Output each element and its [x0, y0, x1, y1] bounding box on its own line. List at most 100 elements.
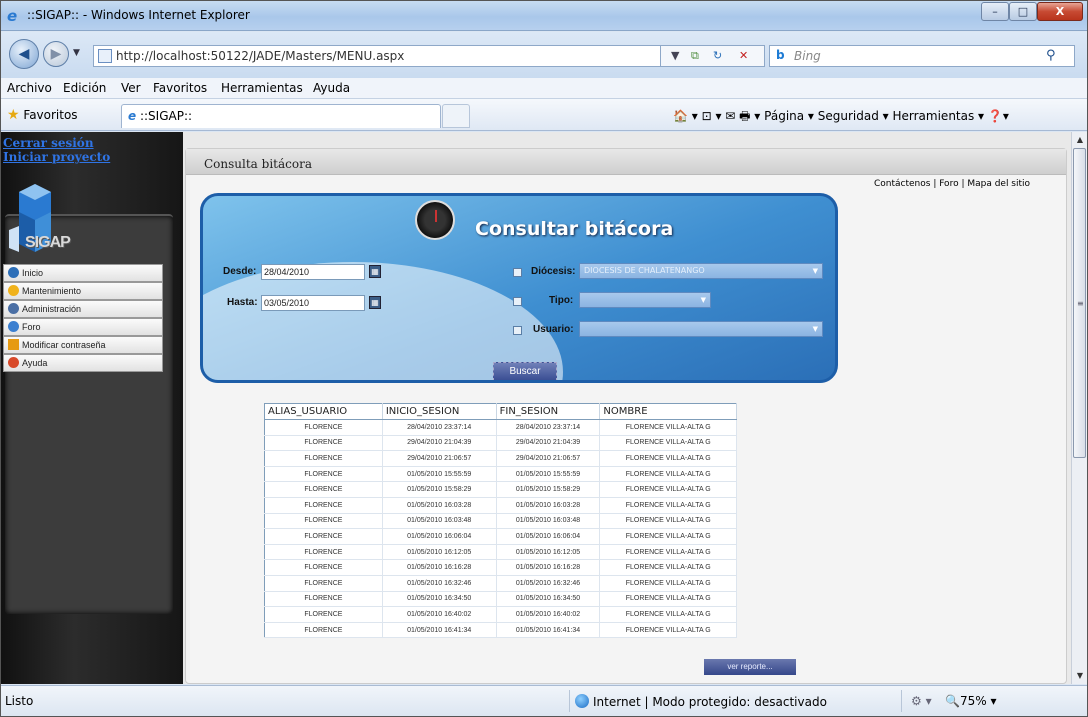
favorites-button[interactable]: ★ Favoritos: [7, 107, 78, 123]
dropdown-arrow-icon[interactable]: ▼: [671, 48, 679, 64]
column-header[interactable]: FIN_SESION: [496, 403, 601, 420]
forward-button[interactable]: ▶: [43, 41, 69, 67]
table-row: FLORENCE 28/04/2010 23:37:14 28/04/2010 23…: [264, 419, 737, 436]
table-cell: FLORENCE: [264, 591, 383, 608]
tab-sigap[interactable]: e ::SIGAP::: [121, 104, 441, 128]
zone-text: Internet | Modo protegido: desactivado: [593, 695, 827, 709]
table-cell: FLORENCE VILLA-ALTA G: [599, 450, 737, 467]
form-heading: Consultar bitácora: [475, 218, 674, 240]
usuario-select[interactable]: ▼: [579, 321, 823, 337]
usuario-checkbox[interactable]: [513, 326, 522, 335]
minimize-button[interactable]: –: [981, 2, 1009, 21]
calendar-icon[interactable]: ▦: [369, 265, 381, 278]
calendar-icon[interactable]: ▦: [369, 296, 381, 309]
zoom-icon: 🔍: [945, 694, 960, 708]
security-zone[interactable]: Internet | Modo protegido: desactivado: [575, 694, 827, 709]
table-cell: FLORENCE: [264, 559, 383, 576]
table-cell: 01/05/2010 16:41:34: [496, 622, 601, 639]
table-row: FLORENCE 01/05/2010 16:16:28 01/05/2010 16…: [264, 559, 737, 576]
sidebar-item-administracion[interactable]: Administración: [3, 300, 163, 318]
wrench-icon: [8, 285, 19, 296]
table-cell: 29/04/2010 21:04:39: [496, 435, 601, 452]
protected-mode-icon[interactable]: ⚙ ▾: [911, 694, 932, 708]
scroll-up-icon[interactable]: ▲: [1072, 132, 1087, 148]
diocesis-checkbox[interactable]: [513, 268, 522, 277]
close-button[interactable]: X: [1037, 2, 1083, 21]
menu-favoritos[interactable]: Favoritos: [153, 81, 207, 95]
back-button[interactable]: ◀: [9, 39, 39, 69]
history-dropdown-icon[interactable]: ▼: [73, 48, 80, 58]
scroll-thumb[interactable]: ≡: [1073, 148, 1086, 458]
column-header[interactable]: ALIAS_USUARIO: [264, 403, 383, 420]
table-cell: FLORENCE: [264, 575, 383, 592]
table-cell: 01/05/2010 16:40:02: [382, 606, 497, 623]
table-cell: FLORENCE: [264, 544, 383, 561]
table-cell: 01/05/2010 16:32:46: [496, 575, 601, 592]
column-header[interactable]: INICIO_SESION: [382, 403, 497, 420]
table-cell: FLORENCE VILLA-ALTA G: [599, 497, 737, 514]
chevron-down-icon: ▼: [812, 325, 818, 333]
logout-link[interactable]: Cerrar sesión: [3, 136, 94, 150]
sidebar-item-label: Foro: [22, 322, 41, 332]
stop-icon[interactable]: ✕: [739, 48, 748, 64]
sidebar-item-mantenimiento[interactable]: Mantenimiento: [3, 282, 163, 300]
table-cell: FLORENCE VILLA-ALTA G: [599, 528, 737, 545]
search-input[interactable]: Bing: [794, 49, 821, 63]
sidebar-item-foro[interactable]: Foro: [3, 318, 163, 336]
diocesis-label: Diócesis:: [531, 266, 576, 277]
top-links[interactable]: Contáctenos | Foro | Mapa del sitio: [874, 179, 1030, 189]
table-cell: 29/04/2010 21:06:57: [382, 450, 497, 467]
sidebar-item-modificar-contrasena[interactable]: Modificar contraseña: [3, 336, 163, 354]
table-cell: FLORENCE: [264, 528, 383, 545]
vertical-scrollbar[interactable]: ▲ ≡ ▼: [1071, 132, 1087, 684]
table-cell: FLORENCE: [264, 481, 383, 498]
main-frame: Consulta bitácora Contáctenos | Foro | M…: [185, 148, 1067, 684]
bing-logo-icon: b: [776, 48, 785, 62]
search-box[interactable]: b Bing ⚲: [769, 45, 1075, 67]
zoom-control[interactable]: 🔍75% ▾: [945, 694, 996, 708]
start-project-link[interactable]: Iniciar proyecto: [3, 150, 110, 164]
diocesis-select[interactable]: DIOCESIS DE CHALATENANGO ▼: [579, 263, 823, 279]
sidebar-item-ayuda[interactable]: Ayuda: [3, 354, 163, 372]
tipo-checkbox[interactable]: [513, 297, 522, 306]
column-header[interactable]: NOMBRE: [599, 403, 737, 420]
sidebar-item-inicio[interactable]: Inicio: [3, 264, 163, 282]
status-text: Listo: [5, 694, 34, 708]
menu-edicion[interactable]: Edición: [63, 81, 106, 95]
table-row: FLORENCE 29/04/2010 21:06:57 29/04/2010 21…: [264, 450, 737, 467]
table-cell: FLORENCE VILLA-ALTA G: [599, 466, 737, 483]
hasta-label: Hasta:: [227, 297, 258, 308]
compat-view-icon[interactable]: ⧉: [691, 48, 699, 64]
tipo-select[interactable]: ▼: [579, 292, 711, 308]
table-row: FLORENCE 01/05/2010 16:41:34 01/05/2010 16…: [264, 622, 737, 639]
menu-ayuda[interactable]: Ayuda: [313, 81, 350, 95]
menu-herramientas[interactable]: Herramientas: [221, 81, 303, 95]
table-row: FLORENCE 29/04/2010 21:04:39 29/04/2010 21…: [264, 435, 737, 452]
tab-title: ::SIGAP::: [139, 109, 193, 123]
hasta-input[interactable]: 03/05/2010: [261, 295, 365, 311]
table-cell: FLORENCE: [264, 497, 383, 514]
table-cell: 01/05/2010 15:55:59: [382, 466, 497, 483]
search-icon[interactable]: ⚲: [1046, 48, 1056, 63]
page-content: Cerrar sesión Iniciar proyecto SIGAP Ini…: [1, 132, 1071, 684]
view-report-button[interactable]: ver reporte...: [704, 659, 796, 675]
search-button[interactable]: Buscar: [493, 362, 557, 380]
menu-ver[interactable]: Ver: [121, 81, 141, 95]
table-cell: 01/05/2010 16:40:02: [496, 606, 601, 623]
chevron-down-icon: ▼: [700, 296, 706, 304]
tipo-label: Tipo:: [549, 295, 574, 306]
table-body: FLORENCE 28/04/2010 23:37:14 28/04/2010 23…: [264, 419, 737, 639]
home-icon: [8, 267, 19, 278]
desde-input[interactable]: 28/04/2010: [261, 264, 365, 280]
zoom-value: 75%: [959, 694, 987, 708]
table-row: FLORENCE 01/05/2010 16:03:28 01/05/2010 16…: [264, 497, 737, 514]
new-tab-button[interactable]: [442, 104, 470, 128]
scroll-down-icon[interactable]: ▼: [1072, 668, 1087, 684]
menu-archivo[interactable]: Archivo: [7, 81, 52, 95]
table-cell: FLORENCE VILLA-ALTA G: [599, 544, 737, 561]
maximize-button[interactable]: □: [1009, 2, 1037, 21]
command-bar[interactable]: 🏠 ▾ ⊡ ▾ ✉ 🖶 ▾ Página ▾ Seguridad ▾ Herra…: [673, 107, 1009, 128]
table-row: FLORENCE 01/05/2010 16:03:48 01/05/2010 16…: [264, 513, 737, 530]
refresh-icon[interactable]: ↻: [713, 48, 722, 64]
address-input[interactable]: http://localhost:50122/JADE/Masters/MENU…: [93, 45, 661, 67]
